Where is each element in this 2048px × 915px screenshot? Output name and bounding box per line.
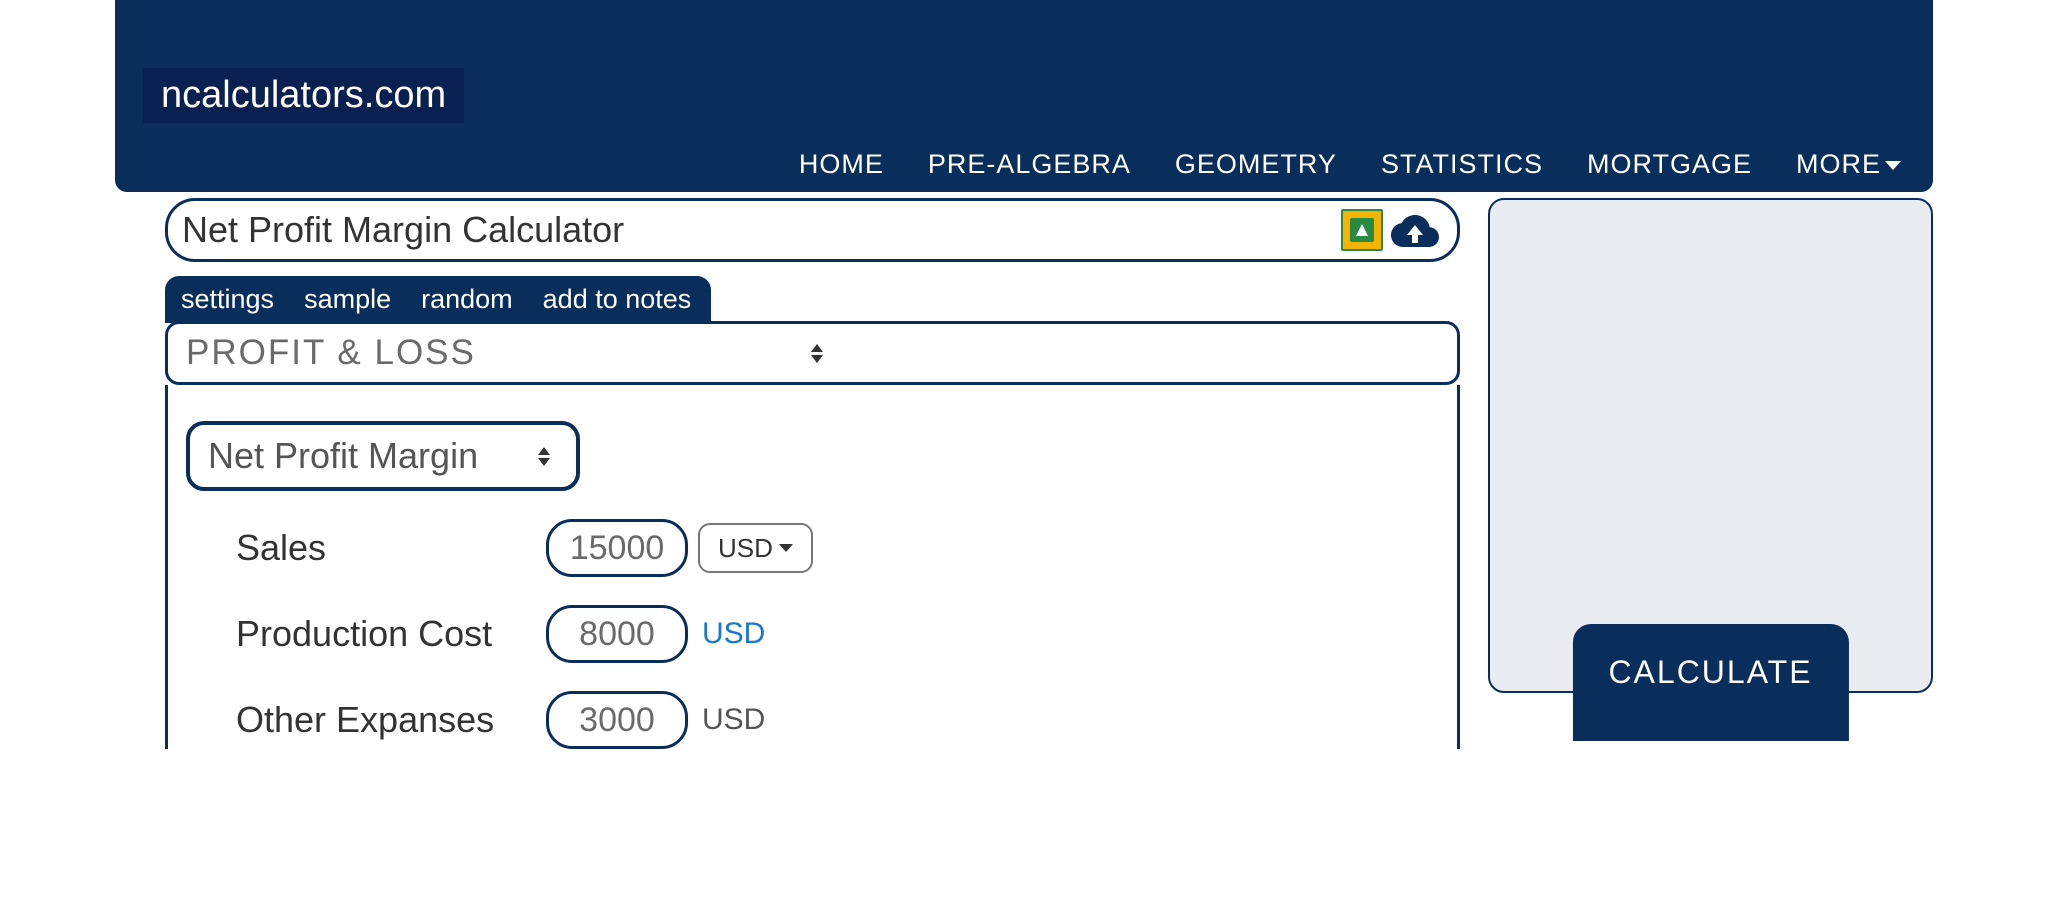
form-body: Net Profit Margin Sales USD Production C… (165, 385, 1460, 749)
production-cost-label: Production Cost (236, 613, 546, 655)
cloud-download-icon[interactable] (1391, 211, 1439, 249)
category-label: PROFIT & LOSS (186, 333, 811, 373)
page-title: Net Profit Margin Calculator (182, 209, 1341, 251)
title-bar: Net Profit Margin Calculator (165, 198, 1460, 262)
row-production-cost: Production Cost USD (186, 605, 1439, 663)
sales-input[interactable] (546, 519, 688, 577)
calculate-button[interactable]: CALCULATE (1572, 624, 1848, 741)
chevron-down-icon (779, 544, 793, 552)
currency-dropdown[interactable]: USD (698, 523, 813, 573)
production-cost-input[interactable] (546, 605, 688, 663)
currency-text: USD (702, 703, 765, 737)
row-other-expanses: Other Expanses USD (186, 691, 1439, 749)
nav-mortgage[interactable]: MORTGAGE (1587, 149, 1752, 180)
nav-statistics[interactable]: STATISTICS (1381, 149, 1543, 180)
subcategory-select[interactable]: Net Profit Margin (186, 421, 580, 491)
tabs: settings sample random add to notes (165, 276, 711, 323)
other-expanses-input[interactable] (546, 691, 688, 749)
chevron-down-icon (1885, 161, 1901, 170)
brand-logo[interactable]: ncalculators.com (143, 68, 464, 123)
nav-more-label: MORE (1796, 149, 1881, 179)
currency-label: USD (718, 533, 773, 564)
row-sales: Sales USD (186, 519, 1439, 577)
tab-add-to-notes[interactable]: add to notes (543, 284, 692, 315)
sales-label: Sales (236, 527, 546, 569)
sidebar-panel: CALCULATE (1488, 198, 1933, 693)
category-select[interactable]: PROFIT & LOSS (165, 321, 1460, 385)
sort-icon (538, 445, 554, 467)
navbar: ncalculators.com HOME PRE-ALGEBRA GEOMET… (115, 0, 1933, 192)
sort-icon (811, 342, 1436, 364)
tab-settings[interactable]: settings (181, 284, 274, 315)
google-classroom-icon[interactable] (1341, 209, 1383, 251)
tab-random[interactable]: random (421, 284, 513, 315)
nav-geometry[interactable]: GEOMETRY (1175, 149, 1337, 180)
nav-prealgebra[interactable]: PRE-ALGEBRA (928, 149, 1131, 180)
other-expanses-label: Other Expanses (236, 699, 546, 741)
nav-links: HOME PRE-ALGEBRA GEOMETRY STATISTICS MOR… (799, 149, 1901, 180)
nav-more[interactable]: MORE (1796, 149, 1901, 180)
subcategory-label: Net Profit Margin (208, 435, 478, 477)
nav-home[interactable]: HOME (799, 149, 884, 180)
tab-sample[interactable]: sample (304, 284, 391, 315)
currency-text: USD (702, 617, 765, 651)
